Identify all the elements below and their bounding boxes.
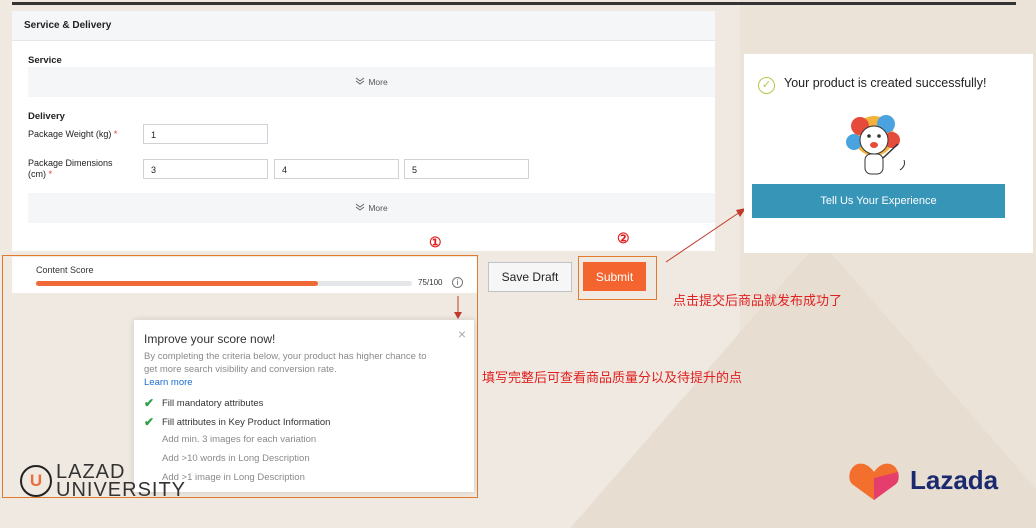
lazada-logo: Lazada [848,458,998,502]
score-note: 填写完整后可查看商品质量分以及待提升的点 [482,370,743,385]
success-message: Your product is created successfully! [784,76,987,90]
tell-us-experience-button[interactable]: Tell Us Your Experience [752,184,1005,218]
arrow-to-success [665,211,741,263]
close-icon[interactable]: × [458,326,466,342]
tip-item: ✔ Fill attributes in Key Product Informa… [144,415,331,429]
tips-title: Improve your score now! [144,332,276,346]
tip-item: Add min. 3 images for each variation [162,434,317,445]
submit-note: 点击提交后商品就发布成功了 [673,293,843,308]
lazada-university-logo: U LAZAD UNIVERSITY [20,462,186,500]
check-icon: ✔ [144,396,155,410]
check-circle-icon: ✓ [758,77,775,94]
success-card: ✓ Your product is created successfully! … [744,54,1033,253]
check-icon: ✔ [144,415,155,429]
lazada-heart-icon [849,463,899,500]
lion-mascot-icon [846,115,905,175]
tips-description: By completing the criteria below, your p… [144,351,427,375]
arrowhead-tooltip [454,312,462,319]
learn-more-link[interactable]: Learn more [144,377,193,388]
tip-item: ✔ Fill mandatory attributes [144,396,264,410]
